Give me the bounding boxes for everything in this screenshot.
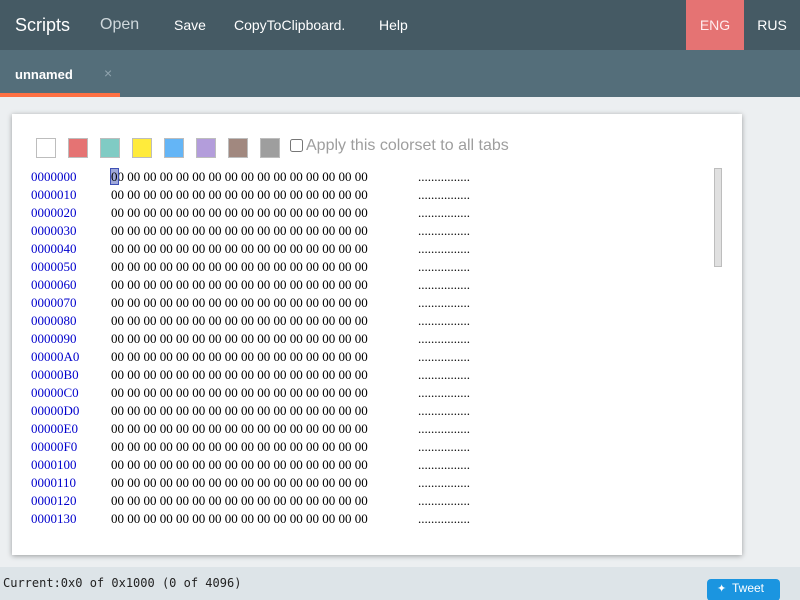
hex-bytes[interactable]: 00 00 00 00 00 00 00 00 00 00 00 00 00 0… <box>111 438 368 456</box>
twitter-bird-icon: ✦ <box>717 583 727 595</box>
color-swatch-2[interactable] <box>100 138 120 158</box>
tweet-label: Tweet <box>732 581 765 595</box>
hex-address[interactable]: 00000B0 <box>31 366 79 384</box>
tweet-button[interactable]: ✦ Tweet <box>707 579 780 600</box>
color-swatch-3[interactable] <box>132 138 152 158</box>
hex-ascii[interactable]: ................ <box>418 204 470 222</box>
hex-bytes[interactable]: 00 00 00 00 00 00 00 00 00 00 00 00 00 0… <box>111 330 368 348</box>
hex-cursor[interactable]: 0 <box>110 168 119 185</box>
hex-ascii[interactable]: ................ <box>418 294 470 312</box>
lang-eng-button[interactable]: ENG <box>686 0 744 50</box>
tab-unnamed[interactable]: unnamed × <box>0 50 120 97</box>
top-nav-bar: Scripts Open Save CopyToClipboard. Help … <box>0 0 800 50</box>
hex-bytes[interactable]: 00 00 00 00 00 00 00 00 00 00 00 00 00 0… <box>111 384 368 402</box>
hex-address[interactable]: 0000000 <box>31 168 77 186</box>
hex-ascii[interactable]: ................ <box>418 330 470 348</box>
hex-address[interactable]: 0000060 <box>31 276 77 294</box>
color-swatch-0[interactable] <box>36 138 56 158</box>
hex-bytes[interactable]: 00 00 00 00 00 00 00 00 00 00 00 00 00 0… <box>111 474 368 492</box>
hex-address[interactable]: 0000020 <box>31 204 77 222</box>
hex-bytes[interactable]: 00 00 00 00 00 00 00 00 00 00 00 00 00 0… <box>111 258 368 276</box>
hex-bytes[interactable]: 00 00 00 00 00 00 00 00 00 00 00 00 00 0… <box>111 420 368 438</box>
hex-bytes[interactable]: 00 00 00 00 00 00 00 00 00 00 00 00 00 0… <box>111 204 368 222</box>
tab-label: unnamed <box>15 67 73 82</box>
hex-address[interactable]: 0000130 <box>31 510 77 528</box>
hex-address[interactable]: 0000110 <box>31 474 76 492</box>
color-swatch-5[interactable] <box>196 138 216 158</box>
lang-rus-button[interactable]: RUS <box>744 0 800 50</box>
hex-ascii[interactable]: ................ <box>418 186 470 204</box>
hex-view-scrollbar[interactable] <box>714 168 722 267</box>
hex-ascii[interactable]: ................ <box>418 384 470 402</box>
hex-ascii[interactable]: ................ <box>418 240 470 258</box>
hex-address[interactable]: 0000050 <box>31 258 77 276</box>
hex-address[interactable]: 0000090 <box>31 330 77 348</box>
color-swatch-1[interactable] <box>68 138 88 158</box>
cursor-position-status: Current:0x0 of 0x1000 (0 of 4096) <box>3 576 242 590</box>
hex-ascii[interactable]: ................ <box>418 312 470 330</box>
color-swatch-7[interactable] <box>260 138 280 158</box>
nav-open[interactable]: Open <box>100 0 139 50</box>
hex-bytes[interactable]: 00 00 00 00 00 00 00 00 00 00 00 00 00 0… <box>111 402 368 420</box>
hex-ascii[interactable]: ................ <box>418 168 470 186</box>
apply-colorset-label: Apply this colorset to all tabs <box>306 137 509 154</box>
hex-bytes[interactable]: 00 00 00 00 00 00 00 00 00 00 00 00 00 0… <box>111 240 368 258</box>
hex-ascii[interactable]: ................ <box>418 258 470 276</box>
hex-bytes[interactable]: 00 00 00 00 00 00 00 00 00 00 00 00 00 0… <box>111 222 368 240</box>
hex-address[interactable]: 00000D0 <box>31 402 79 420</box>
hex-ascii[interactable]: ................ <box>418 456 470 474</box>
hex-bytes[interactable]: 00 00 00 00 00 00 00 00 00 00 00 00 00 0… <box>111 186 368 204</box>
hex-ascii[interactable]: ................ <box>418 402 470 420</box>
nav-copy-to-clipboard[interactable]: CopyToClipboard. <box>234 0 345 50</box>
nav-save[interactable]: Save <box>174 0 206 50</box>
close-icon[interactable]: × <box>104 65 112 81</box>
hex-address[interactable]: 00000E0 <box>31 420 78 438</box>
hex-address[interactable]: 00000C0 <box>31 384 79 402</box>
hex-address[interactable]: 00000A0 <box>31 348 79 366</box>
hex-bytes[interactable]: 00 00 00 00 00 00 00 00 00 00 00 00 00 0… <box>111 276 368 294</box>
hex-bytes[interactable]: 00 00 00 00 00 00 00 00 00 00 00 00 00 0… <box>111 348 368 366</box>
hex-address[interactable]: 0000070 <box>31 294 77 312</box>
color-swatch-4[interactable] <box>164 138 184 158</box>
tab-bar: unnamed × <box>0 50 800 97</box>
hex-editor-panel: Apply this colorset to all tabs 0000000 0… <box>12 114 742 555</box>
hex-ascii[interactable]: ................ <box>418 438 470 456</box>
hex-ascii[interactable]: ................ <box>418 222 470 240</box>
hex-address[interactable]: 0000010 <box>31 186 77 204</box>
hex-ascii[interactable]: ................ <box>418 474 470 492</box>
nav-help[interactable]: Help <box>379 0 408 50</box>
hex-bytes[interactable]: 00 00 00 00 00 00 00 00 00 00 00 00 00 0… <box>111 492 368 510</box>
hex-view[interactable]: 0000000 00 00 00 00 00 00 00 00 00 00 00 … <box>12 168 712 528</box>
hex-ascii[interactable]: ................ <box>418 510 470 528</box>
hex-bytes[interactable]: 00 00 00 00 00 00 00 00 00 00 00 00 00 0… <box>111 366 368 384</box>
hex-address[interactable]: 00000F0 <box>31 438 77 456</box>
hex-bytes[interactable]: 00 00 00 00 00 00 00 00 00 00 00 00 00 0… <box>111 510 368 528</box>
color-swatch-6[interactable] <box>228 138 248 158</box>
hex-ascii[interactable]: ................ <box>418 366 470 384</box>
status-bar: Current:0x0 of 0x1000 (0 of 4096) ✦ Tweet <box>0 567 800 600</box>
hex-ascii[interactable]: ................ <box>418 276 470 294</box>
hex-bytes[interactable]: 00 00 00 00 00 00 00 00 00 00 00 00 00 0… <box>110 168 368 186</box>
hex-address[interactable]: 0000030 <box>31 222 77 240</box>
hex-ascii[interactable]: ................ <box>418 420 470 438</box>
apply-colorset-checkbox[interactable] <box>290 139 303 152</box>
hex-address[interactable]: 0000100 <box>31 456 77 474</box>
hex-bytes[interactable]: 00 00 00 00 00 00 00 00 00 00 00 00 00 0… <box>111 456 368 474</box>
hex-ascii[interactable]: ................ <box>418 492 470 510</box>
hex-bytes[interactable]: 00 00 00 00 00 00 00 00 00 00 00 00 00 0… <box>111 312 368 330</box>
hex-address[interactable]: 0000120 <box>31 492 77 510</box>
brand-scripts[interactable]: Scripts <box>15 0 70 50</box>
hex-ascii[interactable]: ................ <box>418 348 470 366</box>
hex-address[interactable]: 0000080 <box>31 312 77 330</box>
hex-bytes[interactable]: 00 00 00 00 00 00 00 00 00 00 00 00 00 0… <box>111 294 368 312</box>
hex-address[interactable]: 0000040 <box>31 240 77 258</box>
